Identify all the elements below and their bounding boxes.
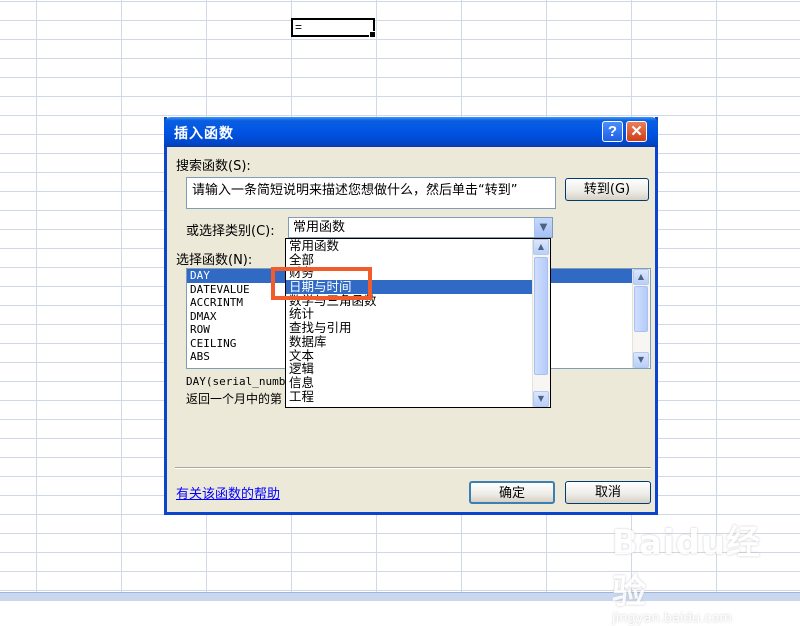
dropdown-scrollbar[interactable]: ▲ ▼ [532,239,550,407]
watermark-url: jingyan.baidu.com [612,611,732,626]
cancel-button[interactable]: 取消 [565,481,651,504]
search-function-label: 搜索函数(S): [176,159,251,174]
dialog-title: 插入函数 [174,126,234,142]
category-dropdown-list[interactable]: 常用函数 全部 财务 日期与时间 数学与三角函数 统计 查找与引用 数据库 文本… [285,238,551,408]
category-option[interactable]: 统计 [286,307,550,321]
category-option[interactable]: 全部 [286,253,550,267]
function-list-scrollbar[interactable]: ▲ ▼ [632,269,650,368]
goto-button[interactable]: 转到(G) [565,178,649,201]
watermark-logo: Baidu经验 [612,523,762,612]
baidu-watermark: Baidu经验 jingyan.baidu.com [612,515,792,626]
category-option[interactable]: 逻辑 [286,362,550,376]
scroll-up-icon[interactable]: ▲ [533,239,549,255]
category-option[interactable]: 数据库 [286,335,550,349]
ok-button[interactable]: 确定 [469,481,555,504]
category-selected-value: 常用函数 [293,220,346,235]
category-label: 或选择类别(C): [186,224,275,239]
category-option[interactable]: 工程 [286,390,550,404]
search-function-input[interactable]: 请输入一条简短说明来描述您想做什么，然后单击“转到” [186,177,556,209]
scroll-up-icon[interactable]: ▲ [633,269,649,285]
active-cell[interactable]: = [291,18,376,38]
category-option[interactable]: 查找与引用 [286,321,550,335]
category-select[interactable]: 常用函数 ▼ [288,217,553,238]
close-icon[interactable]: ✕ [626,121,647,142]
scroll-thumb[interactable] [534,257,548,375]
dialog-titlebar[interactable]: 插入函数 ? ✕ [164,117,658,147]
function-syntax: DAY(serial_numb [186,375,286,388]
category-option[interactable]: 常用函数 [286,239,550,253]
chevron-down-icon[interactable]: ▼ [534,218,552,237]
select-function-label: 选择函数(N): [176,253,253,268]
scroll-down-icon[interactable]: ▼ [533,391,549,407]
help-icon[interactable]: ? [602,121,623,142]
scroll-thumb[interactable] [634,286,648,332]
scroll-down-icon[interactable]: ▼ [633,352,649,368]
category-option[interactable]: 文本 [286,349,550,363]
active-cell-value: = [295,20,303,34]
function-description: 返回一个月中的第 [186,392,283,406]
category-option[interactable]: 信息 [286,376,550,390]
fill-handle[interactable] [369,31,376,38]
dialog-separator [175,467,651,469]
function-help-link[interactable]: 有关该函数的帮助 [176,483,280,502]
annotation-highlight-box [271,267,372,300]
